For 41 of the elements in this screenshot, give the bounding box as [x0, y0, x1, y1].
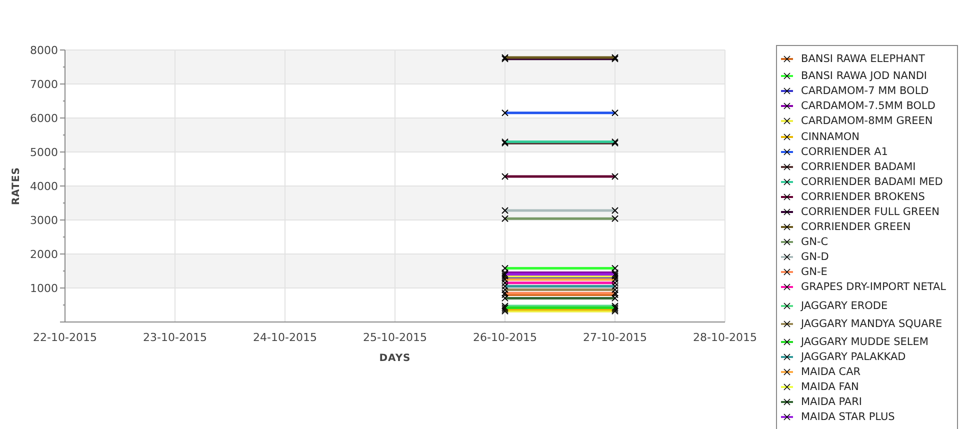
legend-label: GRAPES DRY-IMPORT NETAL: [801, 281, 946, 294]
legend-label: CORRIENDER GREEN: [801, 221, 911, 234]
legend-label: BANSI RAWA ELEPHANT: [801, 52, 925, 65]
y-tick-label: 6000: [30, 112, 58, 125]
x-tick-label: 24-10-2015: [253, 331, 317, 344]
y-tick-label: 1000: [30, 282, 58, 295]
y-tick-label: 7000: [30, 78, 58, 91]
legend-label: JAGGARY PALAKKAD: [801, 350, 906, 363]
legend-label: GN-E: [801, 266, 828, 278]
x-axis-title: DAYS: [379, 353, 411, 364]
legend-label: MAIDA FAN: [801, 381, 859, 394]
y-tick-label: 2000: [30, 248, 58, 261]
legend-label: CORRIENDER A1: [801, 146, 888, 158]
x-tick-label: 22-10-2015: [33, 331, 97, 344]
legend-label: MAIDA CAR: [801, 366, 861, 378]
legend-label: JAGGARY MUDDE SELEM: [801, 336, 928, 348]
y-axis-title: RATES: [11, 166, 22, 206]
x-tick-label: 27-10-2015: [583, 331, 647, 344]
x-tick-label: 28-10-2015: [693, 331, 757, 344]
y-tick-label: 8000: [30, 44, 58, 57]
legend-label: CORRIENDER BROKENS: [801, 190, 925, 203]
x-tick-label: 26-10-2015: [473, 331, 537, 344]
legend-label: CARDAMOM-7 MM BOLD: [801, 85, 929, 98]
legend-label: GN-C: [801, 236, 828, 248]
legend-label: CINNAMON: [801, 130, 860, 143]
x-tick-label: 23-10-2015: [143, 331, 207, 344]
legend-label: CARDAMOM-7.5MM BOLD: [801, 100, 936, 112]
y-tick-label: 5000: [30, 146, 58, 159]
legend-label: GN-D: [801, 251, 829, 264]
legend-label: JAGGARY ERODE: [801, 300, 888, 312]
legend-label: CARDAMOM-8MM GREEN: [801, 115, 933, 128]
y-tick-label: 3000: [30, 214, 58, 227]
y-tick-label: 4000: [30, 180, 58, 193]
legend-label: BANSI RAWA JOD NANDI: [801, 70, 928, 82]
legend-label: CORRIENDER FULL GREEN: [801, 206, 940, 218]
legend-label: MAIDA STAR PLUS: [801, 411, 895, 424]
x-tick-label: 25-10-2015: [363, 331, 427, 344]
legend-label: MAIDA PARI: [801, 396, 862, 408]
legend-label: JAGGARY MANDYA SQUARE: [801, 318, 942, 330]
legend-label: CORRIENDER BADAMI MED: [801, 176, 943, 188]
legend-label: CORRIENDER BADAMI: [801, 160, 916, 173]
